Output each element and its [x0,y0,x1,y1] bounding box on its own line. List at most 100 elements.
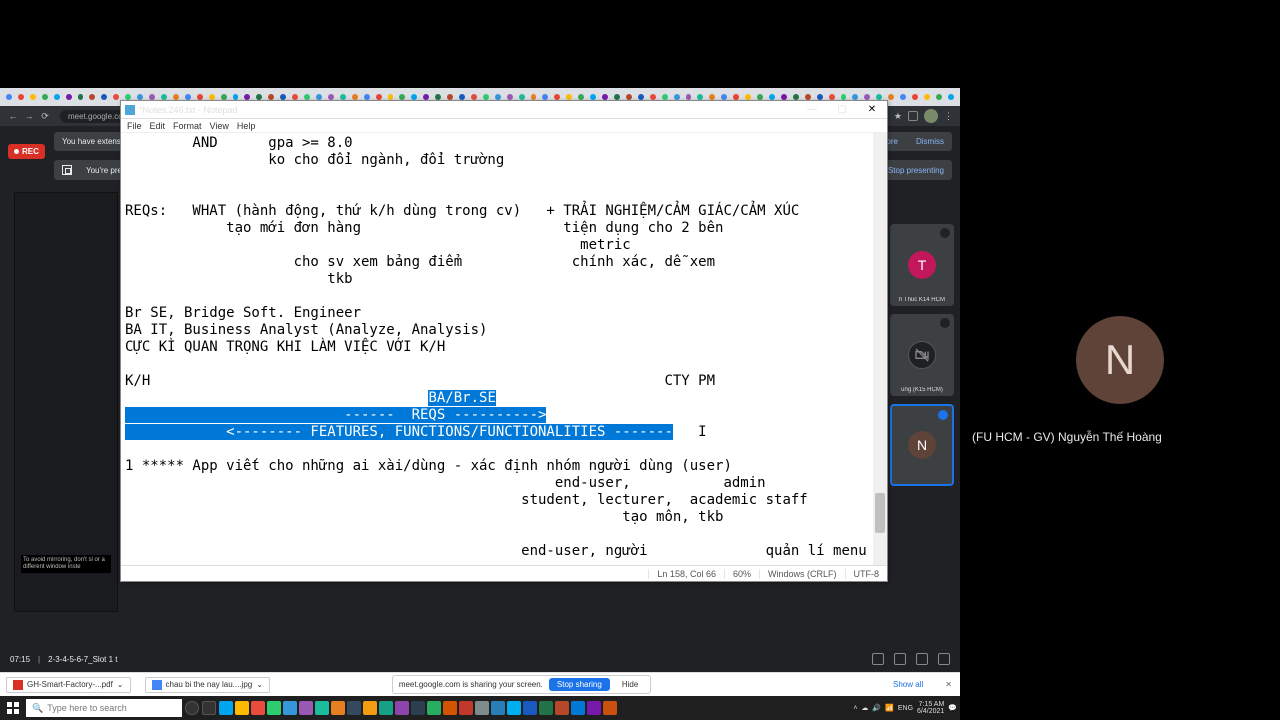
notepad-editor[interactable]: AND gpa >= 8.0 ko cho đổi ngành, đổi trư… [121,133,887,565]
participant-tile[interactable]: ung (K15 HCM) [890,314,954,396]
tray-clock[interactable]: 7:15 AM6/4/2021 [917,701,944,715]
taskbar-app-icon[interactable] [523,701,537,715]
taskbar-app-icon[interactable] [331,701,345,715]
window-close-button[interactable]: ✕ [857,101,887,119]
browser-tab[interactable] [30,94,36,100]
nav-reload-icon[interactable]: ⟳ [40,111,50,122]
browser-tab[interactable] [18,94,24,100]
speaker-name: (FU HCM - GV) Nguyễn Thế Hoàng [972,430,1162,444]
cortana-icon[interactable] [185,701,199,715]
taskbar-app-icon[interactable] [299,701,313,715]
taskbar-app-icon[interactable] [539,701,553,715]
taskbar-app-icon[interactable] [459,701,473,715]
tray-chevron-icon[interactable]: ˄ [853,705,857,712]
windows-taskbar: 🔍 Type here to search ˄ ☁ 🔊 📶 ENG 7:15 A… [0,696,960,720]
browser-tab[interactable] [113,94,119,100]
browser-tab[interactable] [101,94,107,100]
menu-edit[interactable]: Edit [150,121,166,131]
notepad-titlebar[interactable]: *Notes.246.txt - Notepad — ▢ ✕ [121,101,887,119]
taskbar-app-icon[interactable] [363,701,377,715]
close-downloads-bar-button[interactable]: ✕ [937,680,960,689]
taskbar-app-icon[interactable] [347,701,361,715]
hide-button[interactable]: Hide [616,678,644,691]
extensions-puzzle-icon[interactable] [908,111,918,121]
editor-text[interactable]: AND gpa >= 8.0 ko cho đổi ngành, đổi trư… [121,133,887,562]
tray-wifi-icon[interactable]: 📶 [885,704,894,712]
selected-text: <-------- FEATURES, FUNCTIONS/FUNCTIONAL… [125,424,673,440]
stop-presenting-link[interactable]: Stop presenting [888,166,944,175]
browser-tab[interactable] [924,94,930,100]
menu-help[interactable]: Help [237,121,256,131]
taskbar-app-icon[interactable] [507,701,521,715]
tray-language[interactable]: ENG [898,705,913,712]
activities-icon[interactable] [938,653,950,665]
window-maximize-button[interactable]: ▢ [827,101,857,119]
browser-tab[interactable] [948,94,954,100]
browser-tab[interactable] [912,94,918,100]
browser-tab[interactable] [900,94,906,100]
nav-forward-icon[interactable]: → [24,111,34,121]
participant-tile-speaking[interactable]: N [890,404,954,486]
taskbar-search[interactable]: 🔍 Type here to search [26,699,182,717]
taskbar-app-icon[interactable] [235,701,249,715]
window-minimize-button[interactable]: — [797,101,827,119]
banner-text: You have extensio [62,137,127,146]
status-zoom: 60% [724,569,759,579]
start-button[interactable] [3,698,23,718]
download-chip[interactable]: GH-Smart-Factory-...pdf ⌄ [6,677,131,693]
participant-tile[interactable]: T h Thuc K14 HCM [890,224,954,306]
browser-tab[interactable] [6,94,12,100]
taskbar-app-icon[interactable] [395,701,409,715]
bookmark-star-icon[interactable]: ★ [894,111,902,122]
mute-icon [940,318,950,328]
browser-tab[interactable] [888,94,894,100]
menu-file[interactable]: File [127,121,142,131]
taskbar-app-icon[interactable] [267,701,281,715]
taskbar-app-icon[interactable] [283,701,297,715]
taskbar-app-icon[interactable] [603,701,617,715]
menu-view[interactable]: View [210,121,229,131]
chevron-down-icon[interactable]: ⌄ [117,680,124,689]
notepad-window[interactable]: *Notes.246.txt - Notepad — ▢ ✕ File Edit… [120,100,888,582]
profile-avatar[interactable] [924,109,938,123]
taskbar-app-icon[interactable] [587,701,601,715]
info-icon[interactable] [872,653,884,665]
show-all-downloads-link[interactable]: Show all [887,680,929,689]
stop-sharing-button[interactable]: Stop sharing [549,678,610,691]
taskbar-app-icon[interactable] [443,701,457,715]
taskbar-app-icon[interactable] [427,701,441,715]
taskbar-app-icon[interactable] [491,701,505,715]
taskbar-app-icon[interactable] [251,701,265,715]
chat-icon[interactable] [916,653,928,665]
meeting-time: 07:15 [10,655,30,664]
tray-icon[interactable]: ☁ [861,704,868,712]
notepad-menubar: File Edit Format View Help [121,119,887,133]
browser-tab[interactable] [42,94,48,100]
browser-tab[interactable] [89,94,95,100]
browser-tab[interactable] [54,94,60,100]
taskbar-app-icon[interactable] [555,701,569,715]
browser-tab[interactable] [66,94,72,100]
nav-back-icon[interactable]: ← [8,111,18,121]
taskbar-app-icon[interactable] [379,701,393,715]
browser-tab[interactable] [78,94,84,100]
taskbar-app-icon[interactable] [475,701,489,715]
tray-icon[interactable]: 🔊 [872,704,881,712]
people-icon[interactable] [894,653,906,665]
download-filename: GH-Smart-Factory-...pdf [27,680,113,689]
browser-menu-icon[interactable]: ⋮ [944,111,952,122]
menu-format[interactable]: Format [173,121,202,131]
chevron-down-icon[interactable]: ⌄ [256,680,263,689]
task-view-icon[interactable] [202,701,216,715]
taskbar-app-icon[interactable] [219,701,233,715]
taskbar-app-icon[interactable] [411,701,425,715]
vertical-scrollbar[interactable] [873,133,887,565]
taskbar-app-icon[interactable] [571,701,585,715]
banner-dismiss-link[interactable]: Dismiss [916,137,944,146]
browser-tab[interactable] [936,94,942,100]
scrollbar-thumb[interactable] [875,493,885,533]
system-tray[interactable]: ˄ ☁ 🔊 📶 ENG 7:15 AM6/4/2021 💬 [853,701,957,715]
notifications-icon[interactable]: 💬 [948,704,957,712]
taskbar-app-icon[interactable] [315,701,329,715]
download-chip[interactable]: chau bi the nay lau....jpg ⌄ [145,677,270,693]
